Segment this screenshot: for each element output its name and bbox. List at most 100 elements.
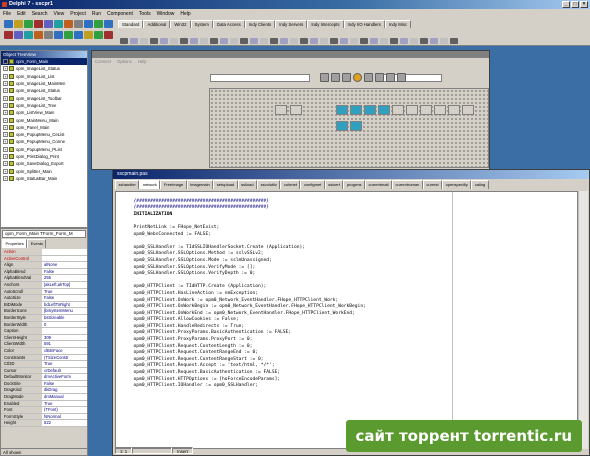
editor-tab[interactable]: setupload	[213, 180, 238, 189]
property-row[interactable]: ClientWidth 591	[1, 341, 87, 348]
form-toolbar-icon[interactable]	[364, 73, 373, 82]
nonvisual-component-icon[interactable]	[275, 105, 287, 115]
tree-item[interactable]: + opm_ImageList_Status	[1, 65, 87, 72]
property-row[interactable]: BorderIcons [biSystemMenu	[1, 308, 87, 315]
property-value[interactable]: (TFont)	[42, 407, 87, 413]
palette-tab[interactable]: Indy Intercepts	[307, 20, 344, 28]
property-row[interactable]: AutoSize False	[1, 295, 87, 302]
property-value[interactable]: 591	[42, 341, 87, 347]
toolbar-button-icon[interactable]	[84, 31, 93, 39]
palette-component-icon[interactable]	[150, 38, 158, 44]
expand-icon[interactable]: +	[3, 117, 8, 123]
tree-item[interactable]: + opm_ImageList_Status	[1, 87, 87, 94]
tree-item[interactable]: + opm_ImageList_List	[1, 73, 87, 80]
tree-item[interactable]: + opm_ImageList_Tree	[1, 102, 87, 109]
editor-tab[interactable]: imagemain	[186, 180, 214, 189]
tree-item[interactable]: + opm_Panel_Main	[1, 124, 87, 131]
form-toolbar-icon[interactable]	[342, 73, 351, 82]
property-row[interactable]: AlphaBlendVal 255	[1, 275, 87, 282]
nonvisual-component-icon[interactable]	[420, 105, 432, 115]
palette-component-icon[interactable]	[120, 38, 128, 44]
toolbar-button-icon[interactable]	[54, 31, 63, 39]
editor-tab[interactable]: colrmet	[280, 180, 301, 189]
toolbar-button-icon[interactable]	[24, 31, 33, 39]
editor-tab[interactable]: callng	[471, 180, 489, 189]
property-row[interactable]: Enabled True	[1, 400, 87, 408]
palette-tab[interactable]: Indy I/O Handlers	[343, 20, 385, 28]
nonvisual-component-icon[interactable]	[350, 105, 362, 115]
tree-item[interactable]: + opm_ImageList_MainMen	[1, 80, 87, 87]
editor-tab[interactable]: currentroman	[392, 180, 423, 189]
editor-tab[interactable]: currest	[422, 180, 443, 189]
property-value[interactable]: 522	[42, 420, 87, 427]
inspector-tab-events[interactable]: Events	[27, 239, 47, 248]
menu-view[interactable]: View	[54, 11, 65, 17]
toolbar-button-icon[interactable]	[64, 20, 73, 28]
palette-component-icon[interactable]	[410, 38, 418, 44]
expand-icon[interactable]: +	[3, 66, 8, 72]
form-toolbar-icon[interactable]	[320, 73, 329, 82]
toolbar-button-icon[interactable]	[44, 31, 53, 39]
palette-component-icon[interactable]	[370, 38, 378, 44]
inspector-tab-properties[interactable]: Properties	[2, 239, 28, 248]
expand-icon[interactable]: +	[3, 73, 8, 79]
property-row[interactable]: BorderWidth 0	[1, 321, 87, 329]
palette-component-icon[interactable]	[360, 38, 368, 44]
property-row[interactable]: AutoScroll True	[1, 288, 87, 296]
maximize-button[interactable]: □	[571, 1, 579, 8]
tree-item[interactable]: + opm_PrintDialog_Print	[1, 153, 87, 160]
tree-item[interactable]: + opm_ImageList_Toolbar	[1, 94, 87, 101]
minimize-button[interactable]: _	[562, 1, 570, 8]
inspector-selector[interactable]: opm_Form_Main TForm_Form_M	[2, 230, 86, 238]
menu-run[interactable]: Run	[92, 11, 101, 17]
tree-item[interactable]: + opm_PopupMenu_Conne	[1, 138, 87, 145]
palette-component-icon[interactable]	[430, 38, 438, 44]
palette-tab[interactable]: Standard	[118, 20, 144, 28]
expand-icon[interactable]: +	[3, 154, 8, 159]
expand-icon[interactable]: +	[3, 175, 8, 181]
palette-component-icon[interactable]	[200, 38, 208, 44]
palette-component-icon[interactable]	[220, 38, 228, 44]
form-menu-item[interactable]: Help	[138, 58, 147, 65]
palette-component-icon[interactable]	[270, 38, 278, 44]
menu-component[interactable]: Component	[107, 11, 133, 17]
form-menu-item[interactable]: Options	[117, 58, 132, 65]
form-toolbar-icon[interactable]	[331, 73, 340, 82]
property-value[interactable]: bsSizeable	[42, 314, 87, 321]
tree-item[interactable]: + opm_PopupMenu_CeList	[1, 131, 87, 138]
expand-icon[interactable]: +	[3, 146, 8, 152]
menu-search[interactable]: Search	[32, 11, 48, 17]
toolbar-button-icon[interactable]	[104, 31, 113, 39]
property-row[interactable]: DragMode dmManual	[1, 394, 87, 401]
property-value[interactable]: True	[42, 288, 87, 295]
property-row[interactable]: Align alNone	[1, 262, 87, 269]
form-toolbar-icon[interactable]	[386, 73, 395, 82]
toolbar-button-icon[interactable]	[4, 31, 13, 39]
palette-component-icon[interactable]	[230, 38, 238, 44]
nonvisual-component-icon[interactable]	[290, 105, 302, 115]
palette-component-icon[interactable]	[330, 38, 338, 44]
property-value[interactable]: bdLeftToRight	[42, 301, 87, 308]
editor-tab[interactable]: currentmatl	[365, 180, 393, 189]
palette-component-icon[interactable]	[300, 38, 308, 44]
code-area[interactable]: {#######################################…	[115, 191, 578, 449]
property-value[interactable]: dmActiveForm	[42, 374, 87, 380]
toolbar-button-icon[interactable]	[34, 31, 43, 39]
toolbar-button-icon[interactable]	[14, 20, 23, 28]
tree-item[interactable]: + opm_ListView_Main	[1, 109, 87, 116]
palette-component-icon[interactable]	[420, 38, 428, 44]
close-button[interactable]: ×	[580, 1, 588, 8]
property-row[interactable]: ClientHeight 309	[1, 334, 87, 342]
nonvisual-component-icon[interactable]	[364, 105, 376, 115]
menu-tools[interactable]: Tools	[139, 11, 151, 17]
editor-tab[interactable]: network	[139, 180, 161, 189]
palette-component-icon[interactable]	[290, 38, 298, 44]
editor-tab[interactable]: ssvolutilz	[257, 180, 281, 189]
palette-tab[interactable]: Indy Misc	[384, 20, 412, 28]
property-value[interactable]	[42, 328, 87, 334]
palette-component-icon[interactable]	[130, 38, 138, 44]
property-value[interactable]: True	[42, 400, 87, 407]
nonvisual-component-icon[interactable]	[336, 121, 348, 131]
expand-icon[interactable]: +	[3, 132, 8, 138]
tree-item[interactable]: + opm_MainMenu_Main	[1, 116, 87, 123]
